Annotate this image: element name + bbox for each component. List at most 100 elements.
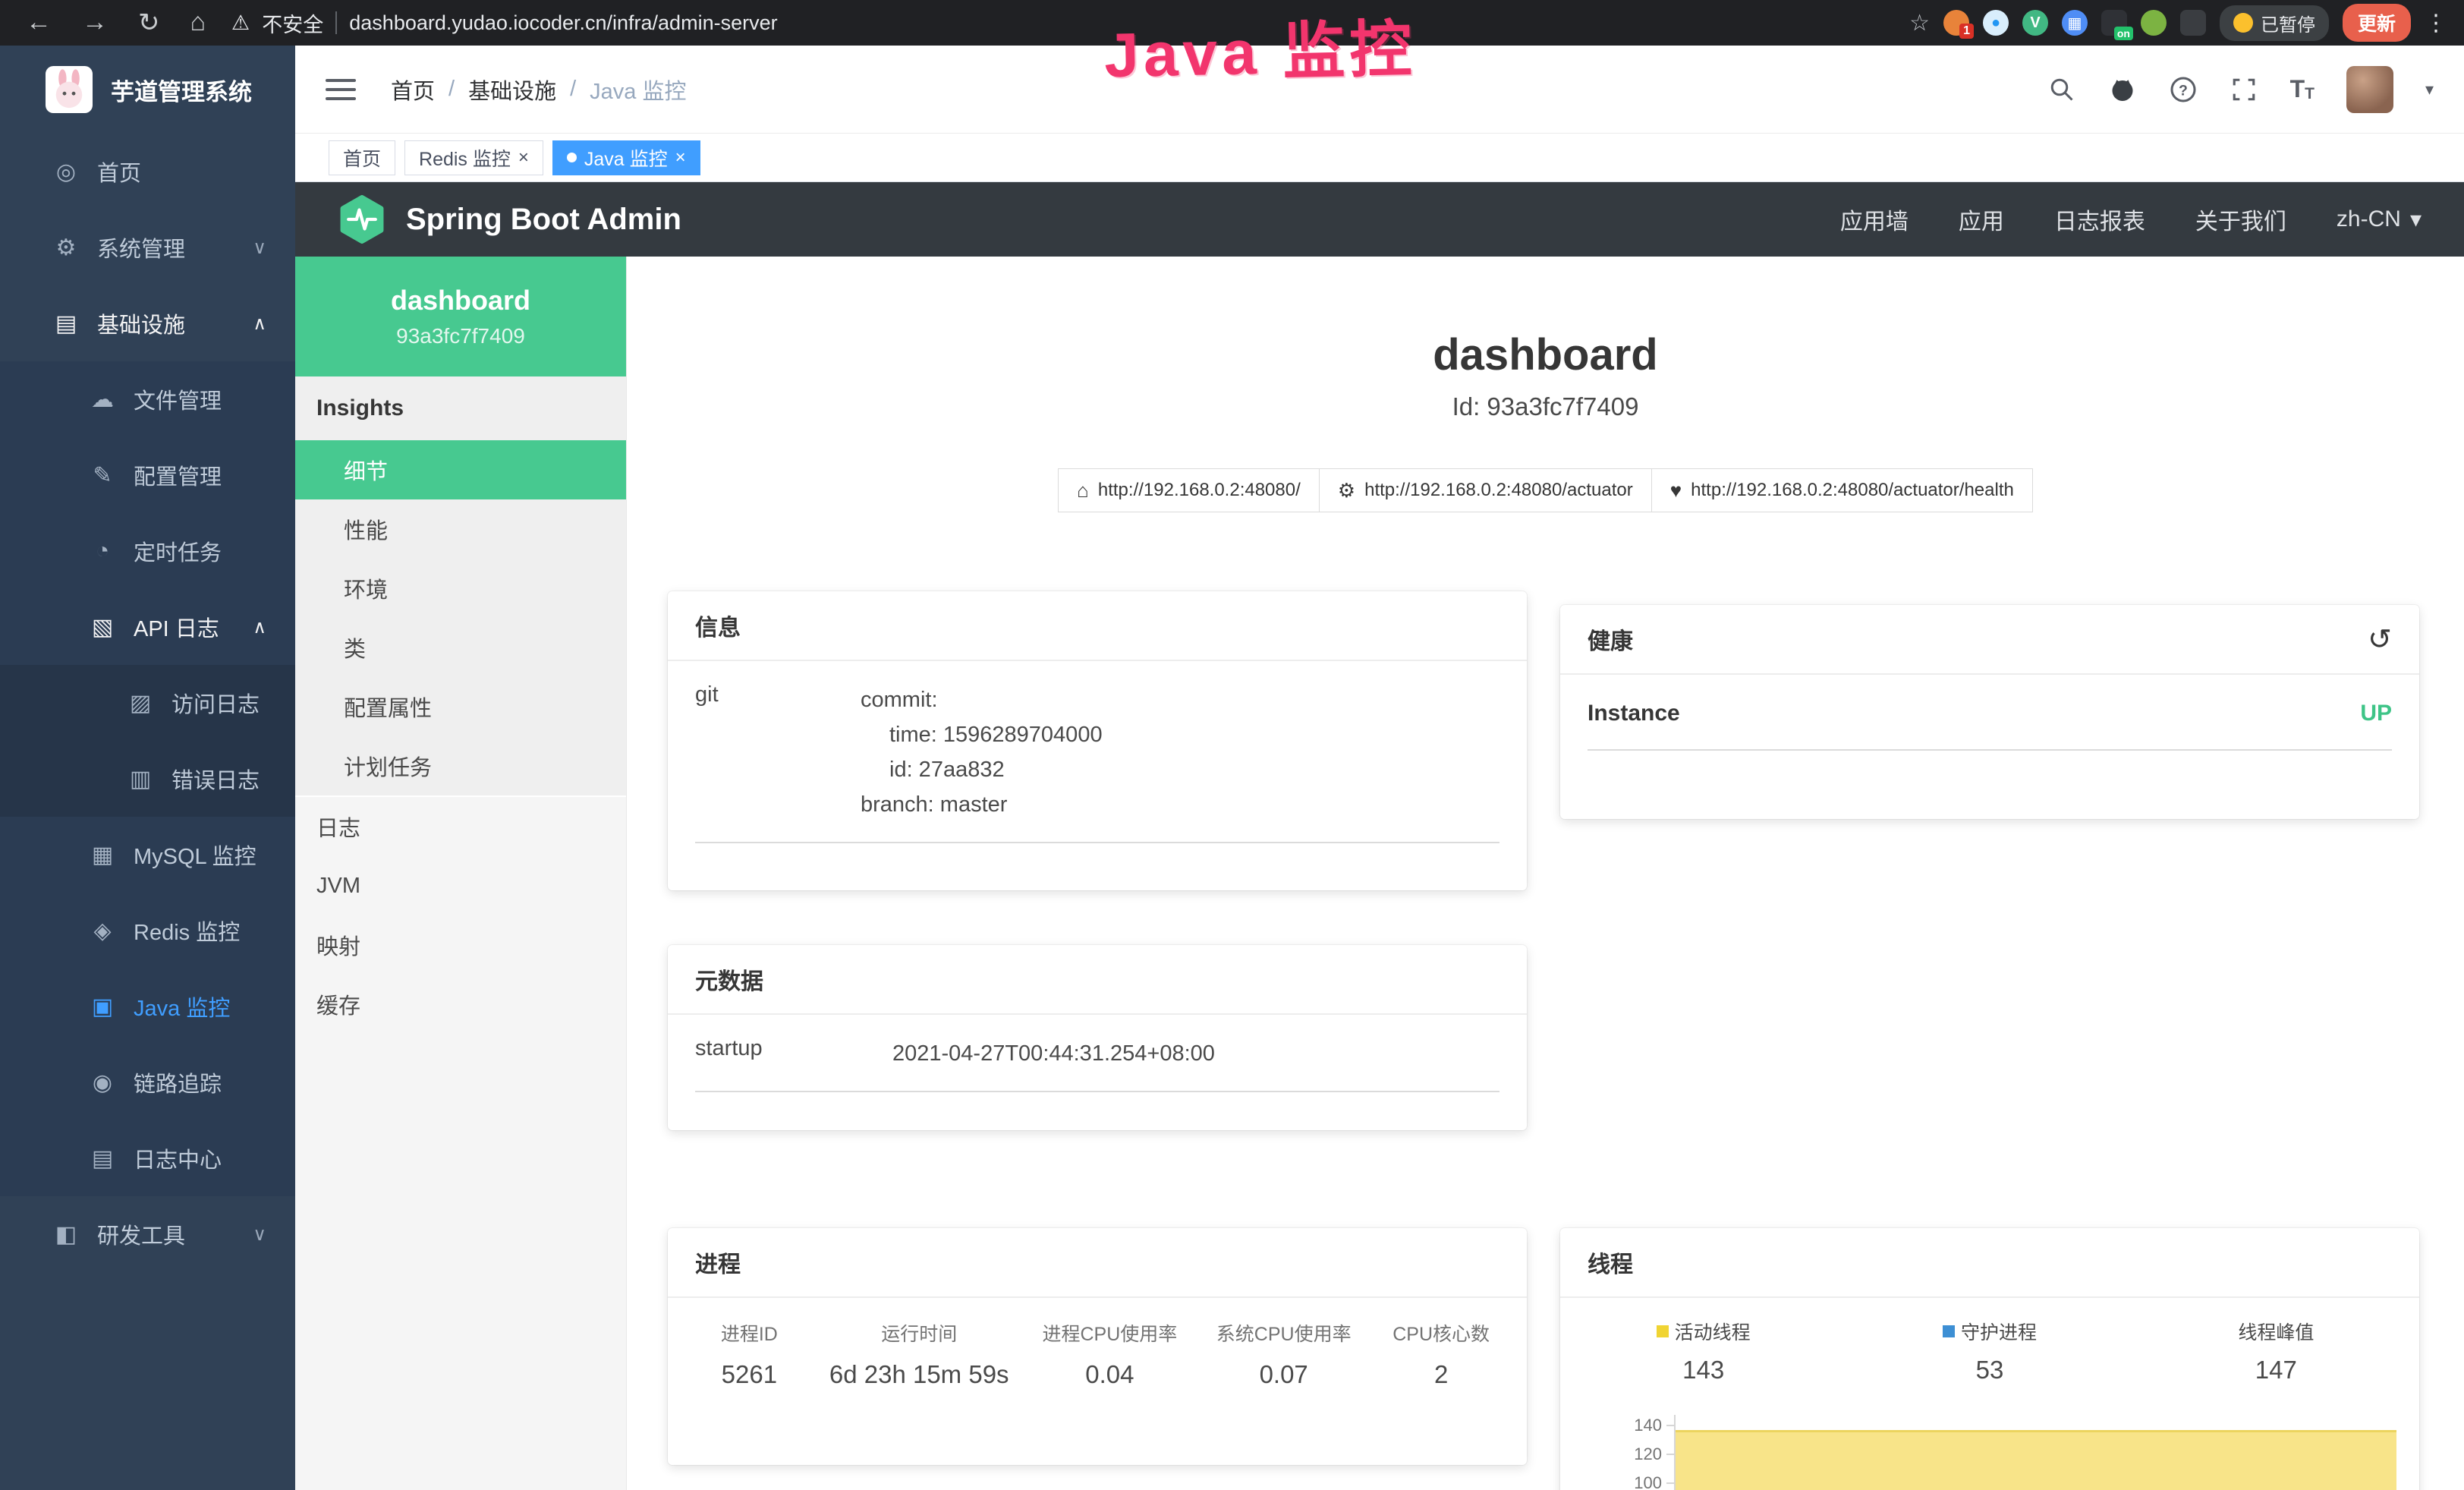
search-icon[interactable]: [2047, 75, 2076, 104]
clock-icon: ◔: [88, 538, 117, 564]
app-logo-area[interactable]: 芋道管理系统: [0, 46, 295, 134]
back-icon[interactable]: ←: [26, 8, 52, 38]
avatar[interactable]: [2346, 66, 2393, 113]
actuator-url-button[interactable]: ⚙ http://192.168.0.2:48080/actuator: [1320, 468, 1652, 512]
sidebar-item-label: 首页: [97, 156, 141, 187]
health-instance-row[interactable]: Instance UP: [1588, 701, 2392, 751]
sidebar-item-access-logs[interactable]: ▨ 访问日志: [0, 665, 295, 741]
instance-nav-scheduled-tasks[interactable]: 计划任务: [295, 736, 626, 795]
close-icon[interactable]: ×: [675, 147, 686, 169]
address-bar[interactable]: ⚠ 不安全 dashboard.yudao.iocoder.cn/infra/a…: [231, 8, 778, 38]
instance-header[interactable]: dashboard 93a3fc7f7409: [295, 257, 626, 376]
sidebar-item-config-management[interactable]: ✎ 配置管理: [0, 437, 295, 513]
forward-icon[interactable]: →: [82, 8, 108, 38]
bookmark-star-icon[interactable]: ☆: [1909, 10, 1930, 36]
sidebar-item-label: 日志中心: [134, 1142, 222, 1174]
paused-extension-pill[interactable]: 已暂停: [2220, 5, 2329, 41]
chrome-menu-icon[interactable]: ⋮: [2425, 10, 2447, 36]
chevron-up-icon: ∧: [253, 616, 266, 638]
tab-java-monitor[interactable]: Java 监控 ×: [552, 140, 700, 175]
svg-text:?: ?: [2179, 82, 2188, 99]
active-dot: [567, 153, 577, 162]
tab-redis-monitor[interactable]: Redis 监控 ×: [404, 140, 543, 175]
reload-icon[interactable]: ↻: [138, 8, 160, 38]
instance-nav-classes[interactable]: 类: [295, 618, 626, 677]
wrench-icon: ⚙: [1338, 479, 1355, 502]
sidebar-item-mysql-monitor[interactable]: ▦ MySQL 监控: [0, 817, 295, 893]
service-url-button[interactable]: ⌂ http://192.168.0.2:48080/: [1058, 468, 1320, 512]
extension-icon[interactable]: [2141, 10, 2167, 36]
process-header: CPU核心数: [1370, 1319, 1512, 1347]
sba-nav-applications[interactable]: 应用: [1959, 203, 2004, 236]
sidebar-item-java-monitor[interactable]: ▣ Java 监控: [0, 969, 295, 1044]
help-icon[interactable]: ?: [2169, 75, 2198, 104]
vue-devtools-icon[interactable]: V: [2022, 10, 2048, 36]
health-url-button[interactable]: ♥ http://192.168.0.2:48080/actuator/heal…: [1652, 468, 2033, 512]
sba-nav-about[interactable]: 关于我们: [2195, 203, 2286, 236]
sidebar-item-system[interactable]: ⚙ 系统管理 ∨: [0, 209, 295, 285]
health-instance-label: Instance: [1588, 701, 1680, 726]
extension-icon[interactable]: ▦: [2062, 10, 2088, 36]
sidebar-item-redis-monitor[interactable]: ◈ Redis 监控: [0, 893, 295, 969]
sidebar-item-file-management[interactable]: ☁ 文件管理: [0, 361, 295, 437]
sidebar-item-devtools[interactable]: ◧ 研发工具 ∨: [0, 1196, 295, 1272]
y-tick-label: 100: [1618, 1474, 1662, 1490]
metadata-card-title: 元数据: [668, 945, 1527, 1015]
font-size-icon[interactable]: TT: [2290, 75, 2315, 103]
url-text[interactable]: dashboard.yudao.iocoder.cn/infra/admin-s…: [349, 11, 777, 35]
sidebar-item-log-center[interactable]: ▤ 日志中心: [0, 1120, 295, 1196]
instance-nav-jvm[interactable]: JVM: [295, 856, 626, 915]
fullscreen-icon[interactable]: [2230, 75, 2258, 104]
breadcrumb-item[interactable]: 基础设施: [468, 74, 556, 106]
breadcrumb-item[interactable]: 首页: [391, 74, 435, 106]
instance-nav-mappings[interactable]: 映射: [295, 915, 626, 975]
y-tick-label: 120: [1618, 1445, 1662, 1463]
instance-nav-logs[interactable]: 日志: [295, 797, 626, 856]
chrome-update-button[interactable]: 更新: [2343, 4, 2411, 42]
sidebar-item-home[interactable]: ◎ 首页: [0, 134, 295, 209]
avatar-caret-icon[interactable]: ▾: [2425, 80, 2434, 99]
legend-peak-value: 147: [2133, 1356, 2419, 1384]
legend-blue-swatch: [1943, 1325, 1955, 1337]
sba-nav-wallboard[interactable]: 应用墙: [1840, 203, 1909, 236]
process-card: 进程 进程ID 运行时间 进程CPU使用率 系统CPU使用率 CPU核心数 52…: [668, 1228, 1527, 1465]
sba-locale-select[interactable]: zh-CN ▾: [2337, 206, 2422, 233]
mysql-icon: ▦: [88, 842, 117, 868]
insights-group-label: Insights: [295, 376, 626, 440]
chevron-down-icon: ▾: [2410, 206, 2422, 233]
sidebar-item-api-logs[interactable]: ▧ API 日志 ∧: [0, 589, 295, 665]
sba-navbar: Spring Boot Admin 应用墙 应用 日志报表 关于我们 zh-CN…: [295, 182, 2464, 257]
sidebar-item-scheduled-tasks[interactable]: ◔ 定时任务: [0, 513, 295, 589]
extension-icon[interactable]: ●: [1983, 10, 2009, 36]
edit-icon: ✎: [88, 462, 117, 489]
info-key: git: [695, 682, 861, 822]
sidebar-item-error-logs[interactable]: ▥ 错误日志: [0, 741, 295, 817]
extension-on-badge: on: [2114, 27, 2133, 40]
sidebar-item-trace[interactable]: ◉ 链路追踪: [0, 1044, 295, 1120]
puzzle-extension-icon[interactable]: [2180, 10, 2206, 36]
home-icon[interactable]: ⌂: [190, 8, 206, 38]
extension-icon[interactable]: on: [2101, 10, 2127, 36]
sba-brand[interactable]: Spring Boot Admin: [338, 195, 681, 244]
info-card-title: 信息: [668, 591, 1527, 661]
instance-nav-metrics[interactable]: 性能: [295, 499, 626, 559]
hamburger-icon[interactable]: [326, 79, 356, 100]
extension-icon[interactable]: 1: [1943, 10, 1969, 36]
close-icon[interactable]: ×: [518, 147, 529, 169]
metadata-value: 2021-04-27T00:44:31.254+08:00: [892, 1036, 1215, 1071]
tab-home[interactable]: 首页: [329, 140, 395, 175]
sba-nav-journal[interactable]: 日志报表: [2054, 203, 2145, 236]
main-sidebar: 芋道管理系统 ◎ 首页 ⚙ 系统管理 ∨ ▤ 基础设施 ∧ ☁ 文件管理 ✎: [0, 46, 295, 1490]
github-icon[interactable]: [2108, 75, 2137, 104]
sidebar-item-label: 定时任务: [134, 535, 222, 567]
devtools-icon: ◧: [52, 1221, 80, 1248]
instance-nav-caches[interactable]: 缓存: [295, 975, 626, 1034]
instance-nav-details[interactable]: 细节: [295, 440, 626, 499]
instance-nav-environment[interactable]: 环境: [295, 559, 626, 618]
sidebar-item-label: 系统管理: [97, 232, 185, 263]
sidebar-item-infrastructure[interactable]: ▤ 基础设施 ∧: [0, 285, 295, 361]
instance-nav-config-props[interactable]: 配置属性: [295, 677, 626, 736]
process-value-syscpu: 0.07: [1197, 1360, 1370, 1389]
java-icon: ▣: [88, 994, 117, 1020]
history-icon[interactable]: ↺: [2368, 622, 2392, 657]
